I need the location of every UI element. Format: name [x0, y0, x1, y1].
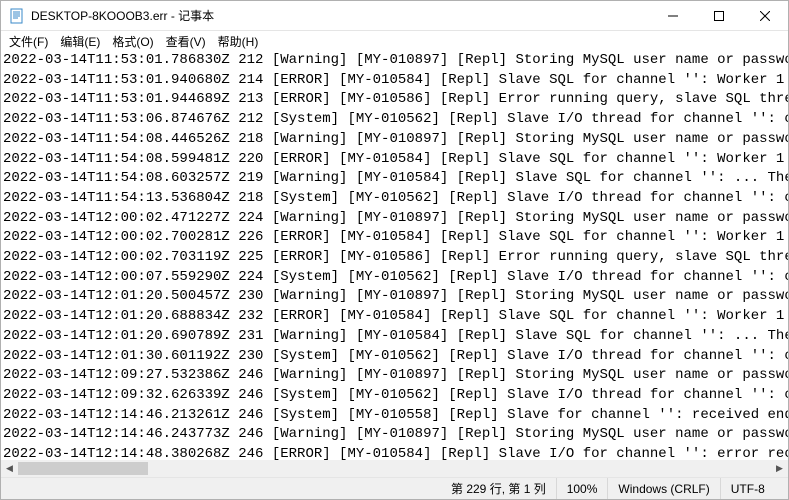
log-line: 2022-03-14T11:54:13.536804Z 218 [System]…	[3, 189, 786, 209]
scroll-track[interactable]	[18, 460, 771, 477]
log-line: 2022-03-14T11:54:08.599481Z 220 [ERROR] …	[3, 150, 786, 170]
log-line: 2022-03-14T12:14:46.243773Z 246 [Warning…	[3, 425, 786, 445]
log-line: 2022-03-14T12:09:27.532386Z 246 [Warning…	[3, 366, 786, 386]
notepad-window: DESKTOP-8KOOOB3.err - 记事本 文件(F) 编辑(E) 格式…	[0, 0, 789, 500]
log-line: 2022-03-14T12:01:30.601192Z 230 [System]…	[3, 347, 786, 367]
text-content[interactable]: 2022-03-14T11:53:01.786830Z 212 [Warning…	[1, 51, 788, 460]
status-zoom: 100%	[556, 478, 608, 499]
status-position: 第 229 行, 第 1 列	[441, 478, 556, 499]
log-line: 2022-03-14T11:53:01.944689Z 213 [ERROR] …	[3, 90, 786, 110]
menu-view[interactable]: 查看(V)	[160, 32, 212, 51]
log-line: 2022-03-14T12:01:20.688834Z 232 [ERROR] …	[3, 307, 786, 327]
log-line: 2022-03-14T12:00:02.700281Z 226 [ERROR] …	[3, 228, 786, 248]
menu-help[interactable]: 帮助(H)	[212, 32, 265, 51]
close-button[interactable]	[742, 1, 788, 31]
log-line: 2022-03-14T11:54:08.446526Z 218 [Warning…	[3, 130, 786, 150]
status-encoding: UTF-8	[720, 478, 775, 499]
statusbar: 第 229 行, 第 1 列 100% Windows (CRLF) UTF-8	[1, 477, 788, 499]
notepad-icon	[9, 8, 25, 24]
log-line: 2022-03-14T12:01:20.690789Z 231 [Warning…	[3, 327, 786, 347]
log-line: 2022-03-14T12:14:46.213261Z 246 [System]…	[3, 406, 786, 426]
log-line: 2022-03-14T11:53:06.874676Z 212 [System]…	[3, 110, 786, 130]
log-line: 2022-03-14T12:09:32.626339Z 246 [System]…	[3, 386, 786, 406]
log-line: 2022-03-14T11:53:01.786830Z 212 [Warning…	[3, 51, 786, 71]
menubar: 文件(F) 编辑(E) 格式(O) 查看(V) 帮助(H)	[1, 31, 788, 51]
log-line: 2022-03-14T12:00:02.703119Z 225 [ERROR] …	[3, 248, 786, 268]
log-line: 2022-03-14T12:01:20.500457Z 230 [Warning…	[3, 287, 786, 307]
log-line: 2022-03-14T11:53:01.940680Z 214 [ERROR] …	[3, 71, 786, 91]
log-line: 2022-03-14T12:00:02.471227Z 224 [Warning…	[3, 209, 786, 229]
scroll-right-arrow-icon[interactable]: ▶	[771, 460, 788, 477]
scroll-left-arrow-icon[interactable]: ◀	[1, 460, 18, 477]
scroll-thumb[interactable]	[18, 462, 148, 475]
titlebar[interactable]: DESKTOP-8KOOOB3.err - 记事本	[1, 1, 788, 31]
log-line: 2022-03-14T12:14:48.380268Z 246 [ERROR] …	[3, 445, 786, 460]
horizontal-scrollbar[interactable]: ◀ ▶	[1, 460, 788, 477]
maximize-button[interactable]	[696, 1, 742, 31]
minimize-button[interactable]	[650, 1, 696, 31]
menu-edit[interactable]: 编辑(E)	[54, 32, 106, 51]
editor-area: 2022-03-14T11:53:01.786830Z 212 [Warning…	[1, 51, 788, 477]
menu-file[interactable]: 文件(F)	[3, 32, 54, 51]
log-line: 2022-03-14T11:54:08.603257Z 219 [Warning…	[3, 169, 786, 189]
menu-format[interactable]: 格式(O)	[106, 32, 159, 51]
log-line: 2022-03-14T12:00:07.559290Z 224 [System]…	[3, 268, 786, 288]
window-title: DESKTOP-8KOOOB3.err - 记事本	[31, 7, 214, 24]
status-eol: Windows (CRLF)	[607, 478, 719, 499]
